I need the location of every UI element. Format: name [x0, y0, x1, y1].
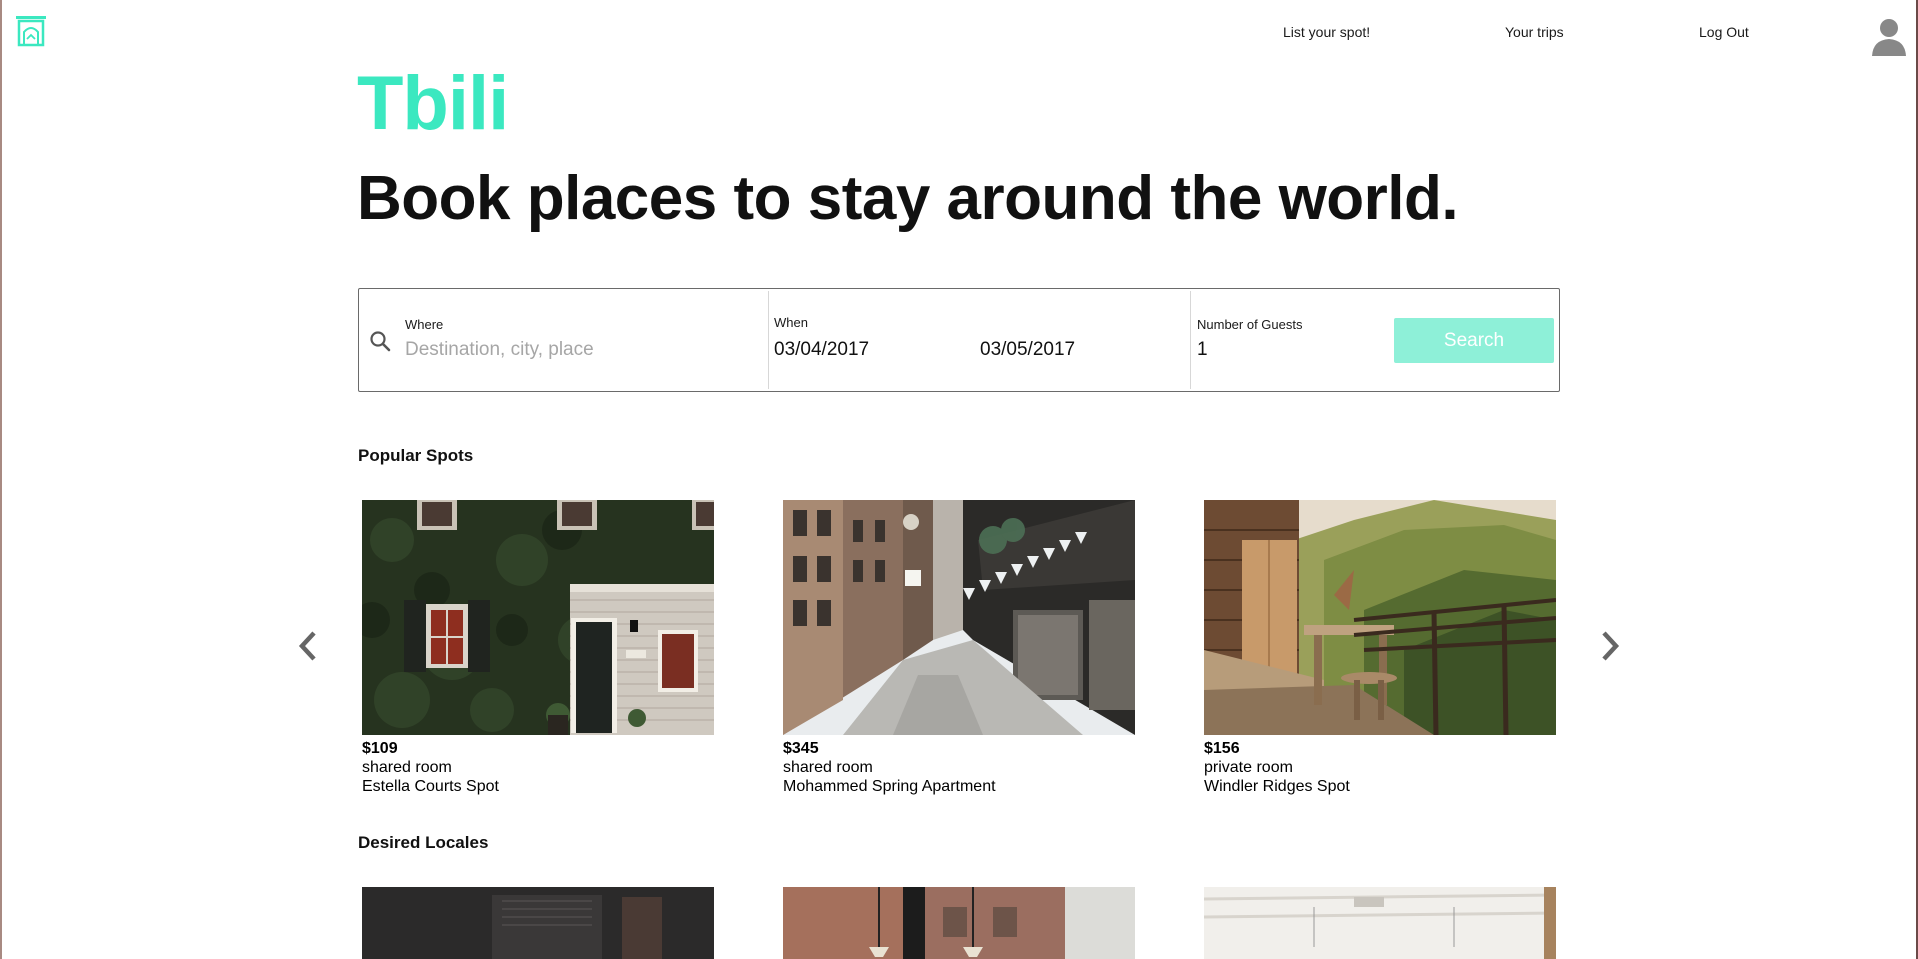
- listing-photo[interactable]: [1204, 500, 1556, 735]
- listing-photo[interactable]: [783, 500, 1135, 735]
- divider: [768, 291, 769, 389]
- listing-price: $109: [362, 740, 398, 757]
- listing-card[interactable]: $109 shared room Estella Courts Spot: [362, 500, 714, 796]
- listing-room-type: private room: [1204, 759, 1293, 776]
- house-logo-icon[interactable]: [15, 15, 47, 47]
- popular-spots-heading: Popular Spots: [358, 446, 474, 465]
- listing-room-type: shared room: [783, 759, 873, 776]
- listing-room-type: shared room: [362, 759, 452, 776]
- carousel-next-icon[interactable]: [1599, 630, 1621, 662]
- guests-label: Number of Guests: [1197, 317, 1303, 332]
- nav-your-trips[interactable]: Your trips: [1505, 24, 1564, 40]
- listing-name[interactable]: Mohammed Spring Apartment: [783, 777, 1135, 796]
- check-in-input[interactable]: [774, 337, 954, 363]
- carousel-prev-icon[interactable]: [297, 630, 319, 662]
- listing-name[interactable]: Estella Courts Spot: [362, 777, 714, 796]
- nav-log-out[interactable]: Log Out: [1699, 24, 1749, 40]
- divider: [1190, 291, 1191, 389]
- listing-name[interactable]: Windler Ridges Spot: [1204, 777, 1556, 796]
- where-input[interactable]: [405, 337, 755, 363]
- check-out-input[interactable]: [980, 337, 1160, 363]
- page-headline: Book places to stay around the world.: [357, 164, 1459, 233]
- listing-photo[interactable]: [362, 500, 714, 735]
- listing-card[interactable]: $345 shared room Mohammed Spring Apartme…: [783, 500, 1135, 796]
- listing-price: $156: [1204, 740, 1240, 757]
- brand-title: Tbili: [357, 61, 509, 146]
- desired-locales-heading: Desired Locales: [358, 833, 489, 852]
- locale-photo[interactable]: [783, 887, 1135, 959]
- locale-photo[interactable]: [1204, 887, 1556, 959]
- user-avatar-icon[interactable]: [1870, 16, 1908, 56]
- listing-price: $345: [783, 740, 819, 757]
- guests-input[interactable]: [1197, 337, 1347, 363]
- listing-card[interactable]: $156 private room Windler Ridges Spot: [1204, 500, 1556, 796]
- window-edge-left: [0, 0, 2, 959]
- when-label: When: [774, 315, 808, 330]
- search-button[interactable]: Search: [1394, 318, 1554, 363]
- search-bar: Where When Number of Guests Search: [358, 288, 1560, 392]
- where-label: Where: [405, 317, 444, 332]
- locale-photo[interactable]: [362, 887, 714, 959]
- search-icon: [369, 330, 391, 352]
- nav-list-your-spot[interactable]: List your spot!: [1283, 24, 1370, 40]
